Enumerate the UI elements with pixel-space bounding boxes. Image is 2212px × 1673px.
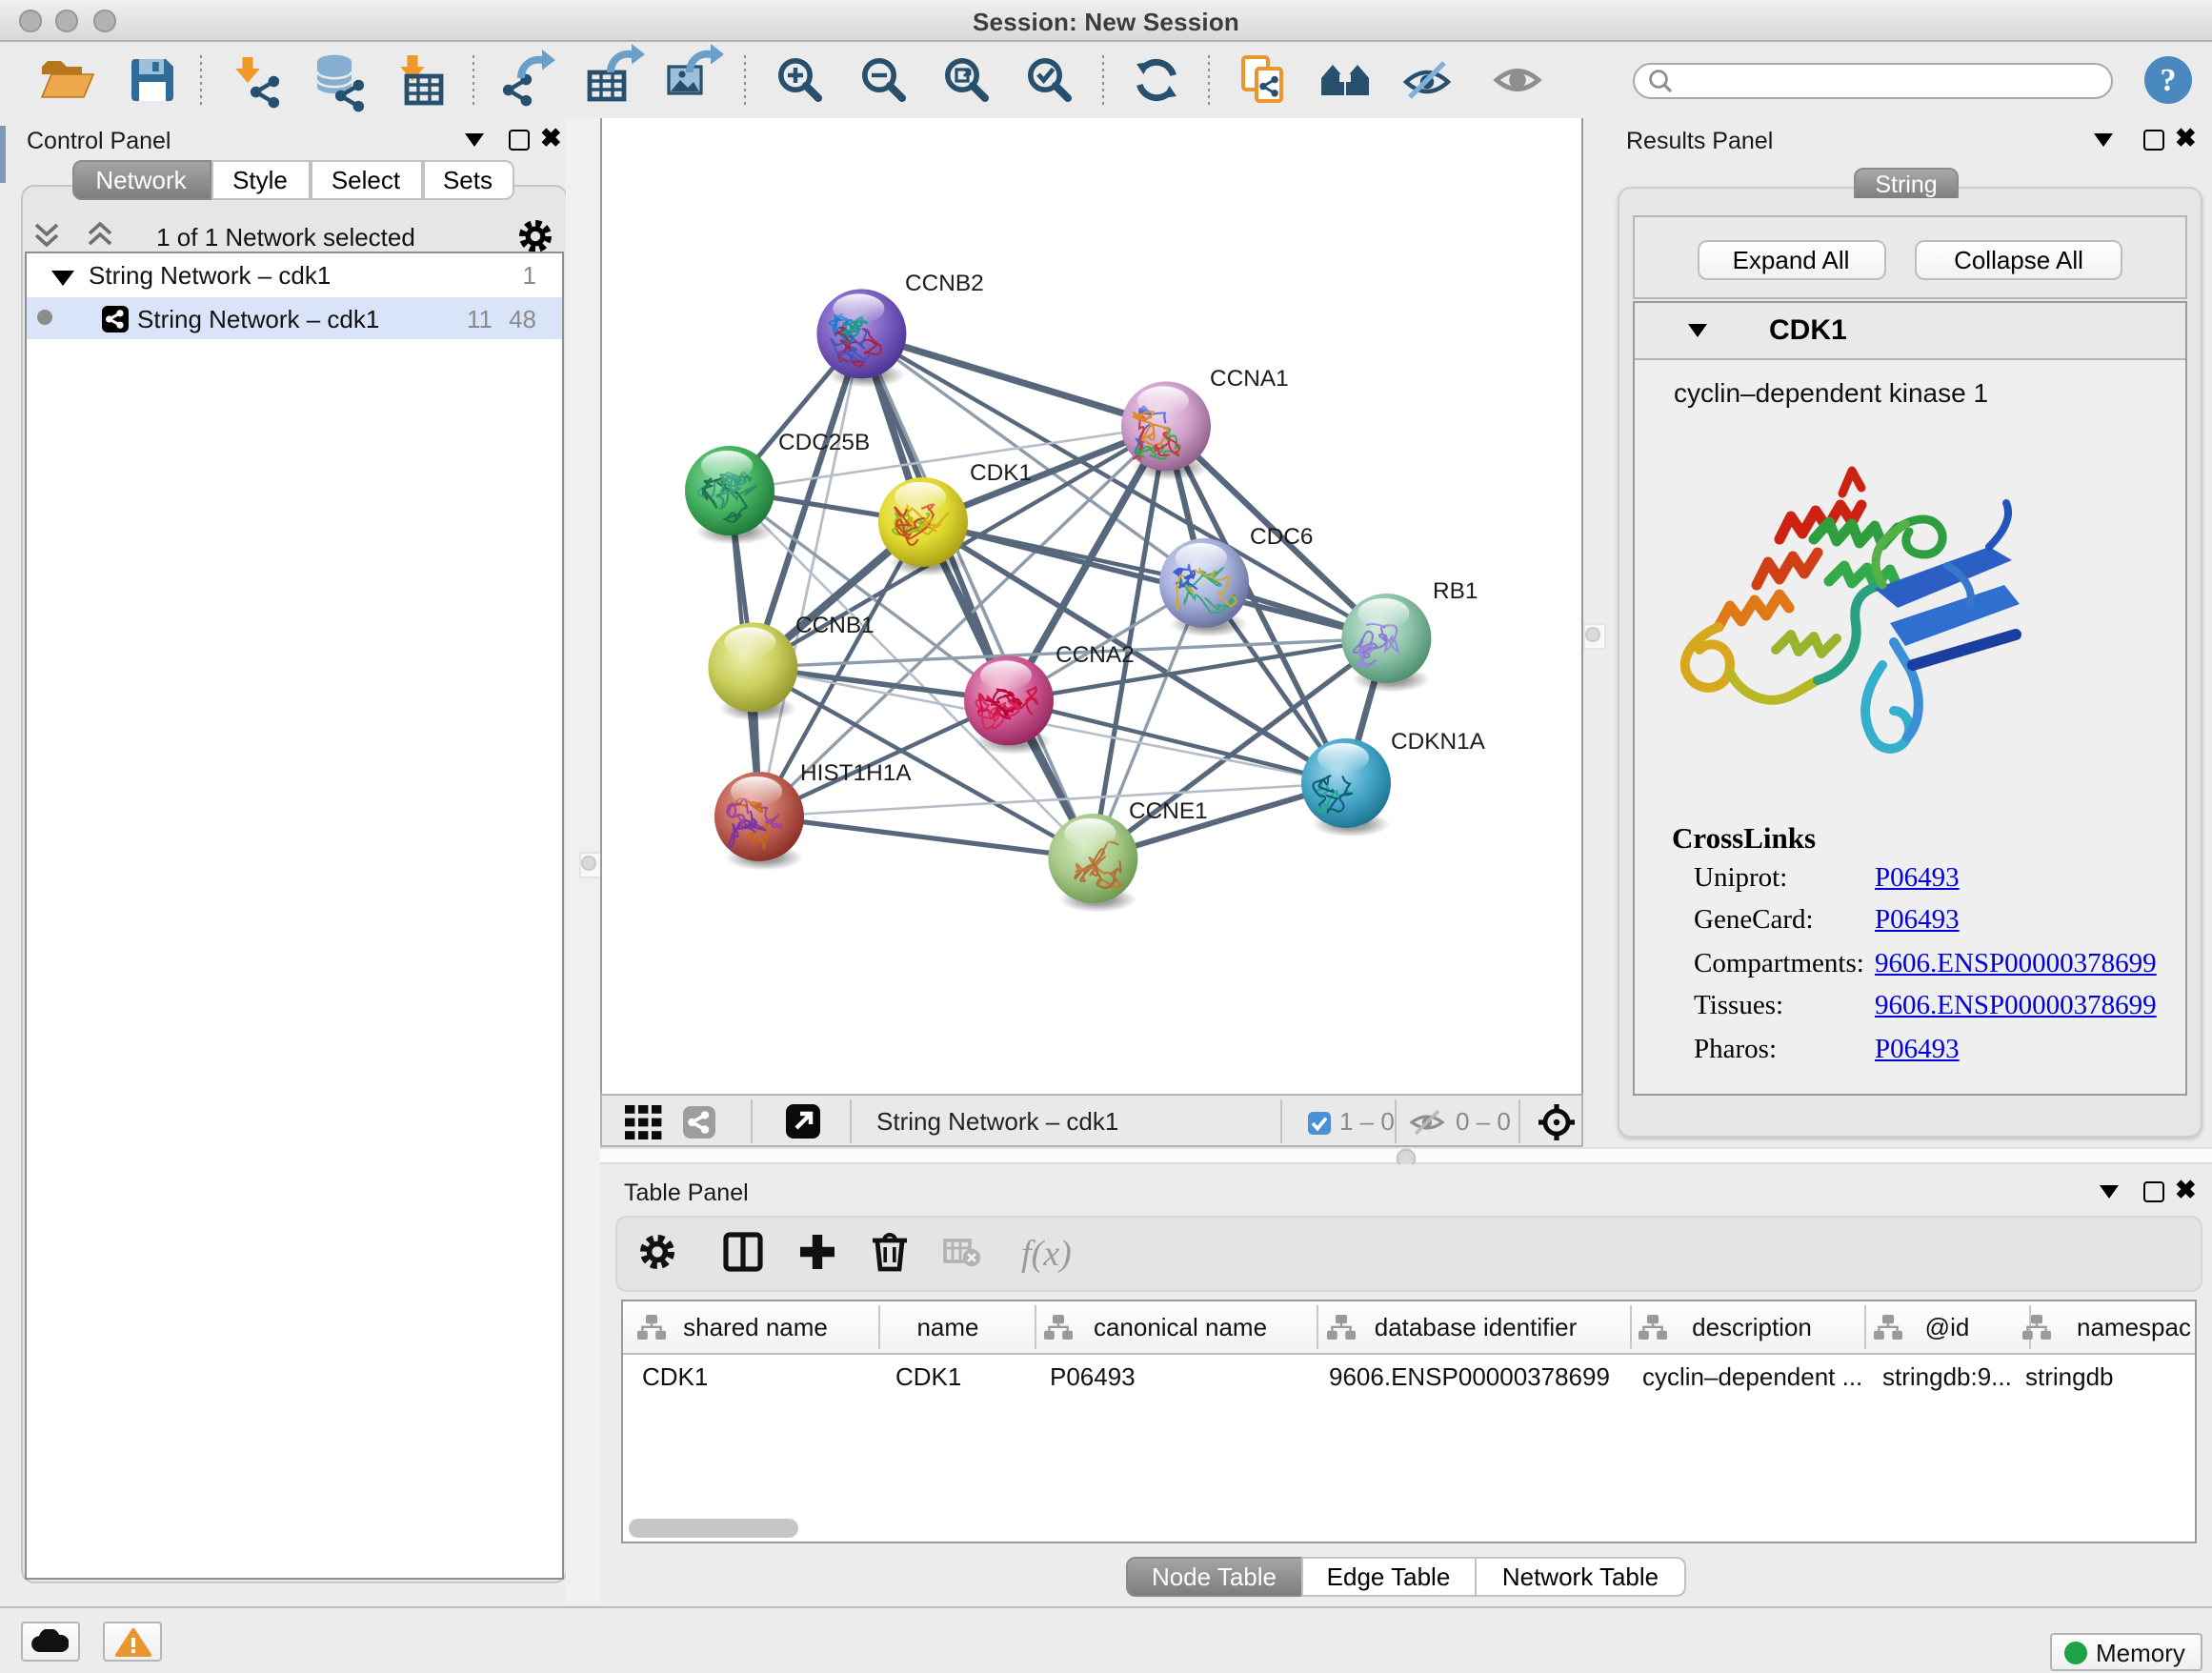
svg-text:database identifier: database identifier — [1374, 1313, 1577, 1341]
svg-text:?: ? — [2161, 63, 2177, 98]
svg-text:@id: @id — [1924, 1313, 1969, 1341]
svg-text:canonical name: canonical name — [1093, 1313, 1266, 1341]
svg-text:namespac: namespac — [2076, 1313, 2190, 1341]
svg-text:CDKN1A: CDKN1A — [1391, 729, 1486, 755]
svg-text:CCNA2: CCNA2 — [1056, 642, 1135, 668]
svg-text:CCNE1: CCNE1 — [1129, 798, 1208, 824]
svg-text:CDC25B: CDC25B — [778, 430, 870, 455]
svg-text:HIST1H1A: HIST1H1A — [800, 760, 912, 786]
svg-text:shared name: shared name — [682, 1313, 827, 1341]
svg-text:name: name — [915, 1313, 977, 1341]
svg-text:CCNB1: CCNB1 — [795, 613, 875, 638]
svg-text:f(x): f(x) — [1021, 1234, 1072, 1274]
svg-text:CCNB2: CCNB2 — [905, 271, 984, 296]
svg-text:CDK1: CDK1 — [970, 460, 1032, 486]
svg-text:CDC6: CDC6 — [1250, 524, 1313, 550]
svg-text:description: description — [1691, 1313, 1811, 1341]
svg-text:CCNA1: CCNA1 — [1210, 366, 1289, 392]
svg-text:RB1: RB1 — [1433, 578, 1478, 604]
